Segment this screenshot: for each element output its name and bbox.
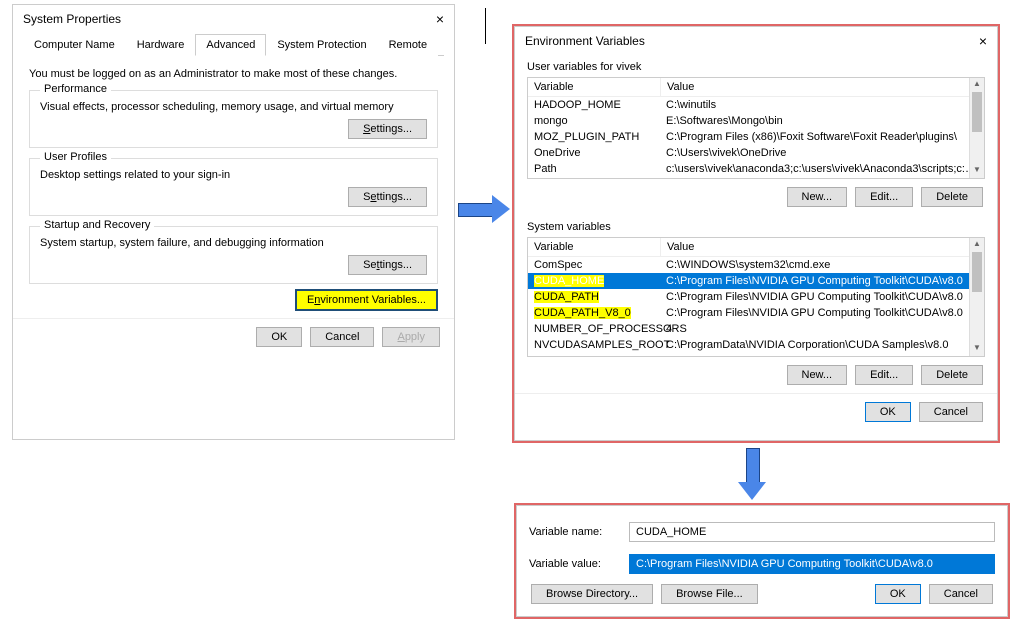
edit-dialog-buttons: Browse Directory... Browse File... OK Ca… [517, 580, 1007, 612]
edit-sys-var-button[interactable]: Edit... [855, 365, 913, 385]
scroll-thumb[interactable] [972, 92, 982, 132]
new-sys-var-button[interactable]: New... [787, 365, 848, 385]
startup-settings-button[interactable]: Settings... [348, 255, 427, 275]
scrollbar[interactable]: ▲ ▼ [969, 78, 984, 178]
ok-button[interactable]: OK [875, 584, 921, 604]
profiles-desc: Desktop settings related to your sign-in [40, 169, 427, 181]
sys-vars-list[interactable]: Variable Value ComSpecC:\WINDOWS\system3… [527, 237, 985, 357]
startup-desc: System startup, system failure, and debu… [40, 237, 427, 249]
window-title: Environment Variables [525, 34, 645, 48]
arrow-right-icon [458, 195, 510, 223]
environment-variables-button[interactable]: Environment Variables... [295, 289, 438, 311]
user-profiles-group: User Profiles Desktop settings related t… [29, 158, 438, 216]
sys-vars-buttons: New... Edit... Delete [515, 357, 997, 393]
table-row[interactable]: CUDA_PATHC:\Program Files\NVIDIA GPU Com… [528, 289, 984, 305]
window-title: System Properties [23, 12, 121, 26]
advanced-panel: You must be logged on as an Administrato… [13, 56, 454, 318]
apply-button[interactable]: Apply [382, 327, 440, 347]
table-row[interactable]: HADOOP_HOMEC:\winutils [528, 97, 984, 113]
environment-variables-window: Environment Variables × User variables f… [514, 26, 998, 441]
cancel-button[interactable]: Cancel [929, 584, 993, 604]
browse-directory-button[interactable]: Browse Directory... [531, 584, 653, 604]
close-icon[interactable]: × [436, 11, 444, 27]
system-properties-window: System Properties × Computer Name Hardwa… [12, 4, 455, 440]
table-row[interactable]: NVCUDASAMPLES8_0_RO...C:\ProgramData\NVI… [528, 353, 984, 357]
startup-recovery-group: Startup and Recovery System startup, sys… [29, 226, 438, 284]
table-row[interactable]: CUDA_PATH_V8_0C:\Program Files\NVIDIA GP… [528, 305, 984, 321]
group-title: User Profiles [40, 151, 111, 163]
titlebar: Environment Variables × [515, 27, 997, 55]
tab-computer-name[interactable]: Computer Name [23, 34, 126, 56]
scroll-down-icon[interactable]: ▼ [970, 342, 984, 356]
table-row[interactable]: MOZ_PLUGIN_PATHC:\Program Files (x86)\Fo… [528, 129, 984, 145]
performance-settings-button[interactable]: Settings... [348, 119, 427, 139]
dialog-buttons: OK Cancel [515, 393, 997, 430]
table-row[interactable]: Pathc:\users\vivek\anaconda3;c:\users\vi… [528, 161, 984, 177]
list-header: Variable Value [528, 238, 984, 257]
col-variable[interactable]: Variable [528, 78, 661, 96]
cancel-button[interactable]: Cancel [310, 327, 374, 347]
tab-hardware[interactable]: Hardware [126, 34, 196, 56]
user-vars-buttons: New... Edit... Delete [515, 179, 997, 215]
tab-remote[interactable]: Remote [378, 34, 439, 56]
cancel-button[interactable]: Cancel [919, 402, 983, 422]
table-row[interactable]: CUDA_HOMEC:\Program Files\NVIDIA GPU Com… [528, 273, 984, 289]
performance-desc: Visual effects, processor scheduling, me… [40, 101, 427, 113]
table-row[interactable]: ComSpecC:\WINDOWS\system32\cmd.exe [528, 257, 984, 273]
profiles-settings-button[interactable]: Settings... [348, 187, 427, 207]
table-row[interactable]: NVCUDASAMPLES_ROOTC:\ProgramData\NVIDIA … [528, 337, 984, 353]
list-header: Variable Value [528, 78, 984, 97]
titlebar: System Properties × [13, 5, 454, 33]
tab-advanced[interactable]: Advanced [195, 34, 266, 56]
variable-value-input[interactable] [629, 554, 995, 574]
table-row[interactable]: OneDriveC:\Users\vivek\OneDrive [528, 145, 984, 161]
col-variable[interactable]: Variable [528, 238, 661, 256]
tabs: Computer Name Hardware Advanced System P… [23, 33, 444, 56]
close-icon[interactable]: × [979, 33, 987, 49]
browse-file-button[interactable]: Browse File... [661, 584, 758, 604]
performance-group: Performance Visual effects, processor sc… [29, 90, 438, 148]
group-title: Performance [40, 83, 111, 95]
scroll-thumb[interactable] [972, 252, 982, 292]
scrollbar[interactable]: ▲ ▼ [969, 238, 984, 356]
scroll-up-icon[interactable]: ▲ [970, 78, 984, 92]
edit-variable-window: Variable name: Variable value: Browse Di… [516, 505, 1008, 617]
delete-user-var-button[interactable]: Delete [921, 187, 983, 207]
table-row[interactable]: NUMBER_OF_PROCESSORS4 [528, 321, 984, 337]
variable-value-row: Variable value: [517, 548, 1007, 580]
intro-text: You must be logged on as an Administrato… [29, 68, 438, 80]
user-vars-label: User variables for vivek [515, 55, 997, 77]
variable-name-label: Variable name: [529, 526, 619, 538]
ok-button[interactable]: OK [865, 402, 911, 422]
tab-system-protection[interactable]: System Protection [266, 34, 377, 56]
group-title: Startup and Recovery [40, 219, 154, 231]
edit-user-var-button[interactable]: Edit... [855, 187, 913, 207]
scroll-down-icon[interactable]: ▼ [970, 164, 984, 178]
arrow-down-icon [738, 448, 766, 500]
user-vars-list[interactable]: Variable Value HADOOP_HOMEC:\winutilsmon… [527, 77, 985, 179]
variable-value-label: Variable value: [529, 558, 619, 570]
sys-vars-label: System variables [515, 215, 997, 237]
dialog-buttons: OK Cancel Apply [13, 318, 454, 355]
table-row[interactable]: mongoE:\Softwares\Mongo\bin [528, 113, 984, 129]
delete-sys-var-button[interactable]: Delete [921, 365, 983, 385]
ok-button[interactable]: OK [256, 327, 302, 347]
variable-name-row: Variable name: [517, 516, 1007, 548]
variable-name-input[interactable] [629, 522, 995, 542]
col-value[interactable]: Value [661, 238, 984, 256]
scroll-up-icon[interactable]: ▲ [970, 238, 984, 252]
new-user-var-button[interactable]: New... [787, 187, 848, 207]
text-cursor [485, 8, 486, 44]
col-value[interactable]: Value [661, 78, 984, 96]
table-row[interactable]: PYSPARK_DRIVER_PYTHONJupyter [528, 177, 984, 179]
